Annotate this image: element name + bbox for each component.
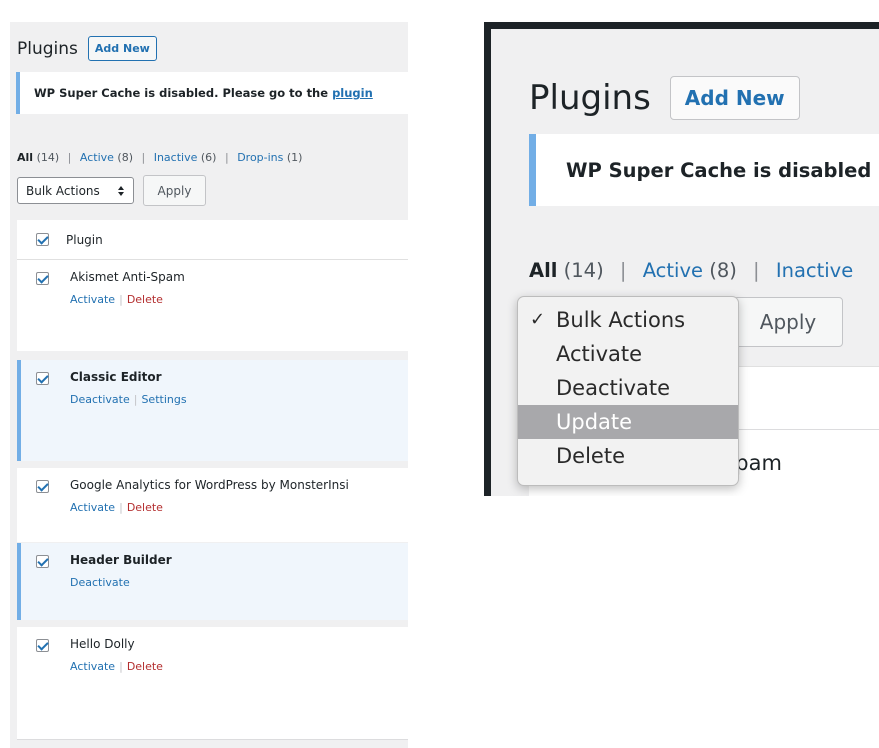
select-all-checkbox[interactable] bbox=[36, 233, 49, 246]
zoomed-screen-right: Plugins Add New WP Super Cache is disabl… bbox=[484, 22, 879, 496]
row-actions: Activate | Delete bbox=[70, 293, 163, 306]
table-row: Hello Dolly Activate | Delete bbox=[17, 627, 408, 740]
filter-inactive-count: (6) bbox=[200, 151, 217, 164]
filter-active-count: (8) bbox=[117, 151, 133, 164]
activate-link[interactable]: Activate bbox=[70, 501, 115, 514]
delete-link[interactable]: Delete bbox=[127, 501, 163, 514]
page-title: Plugins bbox=[17, 38, 78, 59]
option-update[interactable]: Update bbox=[518, 405, 738, 439]
filter-all[interactable]: All bbox=[17, 151, 33, 164]
zoomed-content: Plugins Add New WP Super Cache is disabl… bbox=[491, 29, 879, 496]
option-activate[interactable]: Activate bbox=[518, 337, 738, 371]
column-plugin: Plugin bbox=[66, 232, 103, 247]
cache-notice: WP Super Cache is disabled. Please go to… bbox=[16, 72, 408, 114]
plugins-table: Plugin Akismet Anti-Spam Activate | Delete… bbox=[17, 220, 408, 740]
row-actions: Activate | Delete bbox=[70, 660, 163, 673]
delete-link[interactable]: Delete bbox=[127, 660, 163, 673]
table-row: Google Analytics for WordPress by Monste… bbox=[17, 468, 408, 542]
notice-plugin-link[interactable]: plugin bbox=[332, 86, 373, 100]
bulk-actions-row: Bulk Actions Apply bbox=[17, 175, 206, 206]
row-checkbox[interactable] bbox=[36, 480, 49, 493]
plugin-name: Hello Dolly bbox=[70, 637, 135, 651]
filter-all[interactable]: All bbox=[529, 259, 557, 282]
add-new-button[interactable]: Add New bbox=[87, 36, 157, 61]
deactivate-link[interactable]: Deactivate bbox=[70, 576, 130, 589]
activate-link[interactable]: Activate bbox=[70, 293, 115, 306]
notice-text: WP Super Cache is disabled. Please go to… bbox=[34, 86, 329, 100]
table-row: Header Builder Deactivate bbox=[17, 543, 408, 620]
bulk-actions-dropdown: ✓ Bulk Actions Activate Deactivate Updat… bbox=[517, 296, 739, 486]
row-checkbox[interactable] bbox=[36, 639, 49, 652]
table-header: Plugin bbox=[17, 220, 408, 260]
deactivate-link[interactable]: Deactivate bbox=[70, 393, 130, 406]
row-actions: Deactivate bbox=[70, 576, 130, 589]
filter-active[interactable]: Active bbox=[643, 259, 703, 282]
page-title: Plugins bbox=[529, 78, 651, 118]
filter-dropins-count: (1) bbox=[286, 151, 303, 164]
filter-inactive[interactable]: Inactive bbox=[154, 151, 198, 164]
notice-text: WP Super Cache is disabled bbox=[566, 158, 872, 182]
option-delete[interactable]: Delete bbox=[518, 439, 738, 473]
filter-all-count: (14) bbox=[36, 151, 60, 164]
table-row: Akismet Anti-Spam Activate | Delete bbox=[17, 260, 408, 351]
filter-active-count: (8) bbox=[709, 259, 737, 282]
bulk-actions-select[interactable]: Bulk Actions bbox=[17, 177, 134, 204]
checkmark-icon: ✓ bbox=[530, 309, 546, 330]
plugin-name: Google Analytics for WordPress by Monste… bbox=[70, 478, 349, 492]
title-row: Plugins Add New bbox=[17, 36, 157, 61]
title-row: Plugins Add New bbox=[529, 76, 800, 120]
plugin-name: Classic Editor bbox=[70, 370, 162, 384]
apply-button[interactable]: Apply bbox=[733, 297, 843, 347]
settings-link[interactable]: Settings bbox=[141, 393, 186, 406]
row-checkbox[interactable] bbox=[36, 372, 49, 385]
plugins-screen-left: Plugins Add New WP Super Cache is disabl… bbox=[10, 22, 408, 748]
row-actions: Deactivate | Settings bbox=[70, 393, 187, 406]
delete-link[interactable]: Delete bbox=[127, 293, 163, 306]
filter-active[interactable]: Active bbox=[80, 151, 114, 164]
bulk-actions-label: Bulk Actions bbox=[26, 183, 100, 198]
row-actions: Activate | Delete bbox=[70, 501, 163, 514]
add-new-button[interactable]: Add New bbox=[669, 76, 800, 120]
status-filters: All (14) | Active (8) | Inactive bbox=[529, 259, 854, 282]
status-filters: All (14) | Active (8) | Inactive (6) | D… bbox=[17, 151, 303, 164]
activate-link[interactable]: Activate bbox=[70, 660, 115, 673]
apply-button[interactable]: Apply bbox=[143, 175, 206, 206]
filter-dropins[interactable]: Drop-ins bbox=[237, 151, 283, 164]
select-arrows-icon bbox=[118, 185, 124, 196]
table-row: Classic Editor Deactivate | Settings bbox=[17, 360, 408, 461]
plugin-name: Header Builder bbox=[70, 553, 172, 567]
filter-all-count: (14) bbox=[563, 259, 604, 282]
option-deactivate[interactable]: Deactivate bbox=[518, 371, 738, 405]
row-checkbox[interactable] bbox=[36, 555, 49, 568]
option-bulk-actions[interactable]: ✓ Bulk Actions bbox=[518, 303, 738, 337]
row-checkbox[interactable] bbox=[36, 272, 49, 285]
plugin-name: Akismet Anti-Spam bbox=[70, 270, 185, 284]
filter-inactive[interactable]: Inactive bbox=[776, 259, 853, 282]
cache-notice: WP Super Cache is disabled bbox=[529, 134, 879, 206]
